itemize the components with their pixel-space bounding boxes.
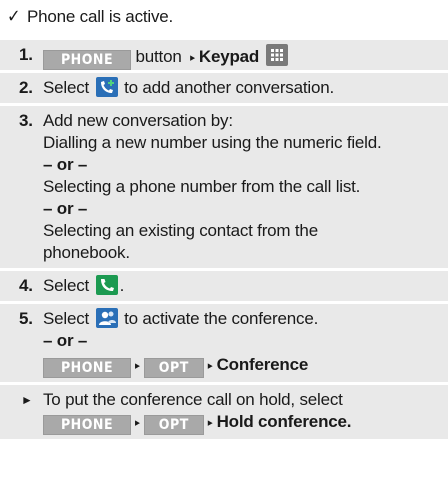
step-3-intro: Add new conversation by: <box>43 111 233 130</box>
phone-key: PHONE <box>43 358 131 378</box>
hold-note: ► To put the conference call on hold, se… <box>0 385 448 439</box>
conference-icon <box>95 308 118 328</box>
hold-path: PHONE ▸ OPT ▸ Hold conference. <box>43 411 448 435</box>
arrow-icon: ▸ <box>135 417 140 429</box>
arrow-icon: ▸ <box>190 52 195 64</box>
step-5-select: Select <box>43 309 94 328</box>
step-number: 5. <box>19 309 33 328</box>
keypad-label: Keypad <box>198 47 260 66</box>
hold-conference-label: Hold conference. <box>216 412 352 431</box>
conference-label: Conference <box>216 355 309 374</box>
step-1: 1. PHONE button ▸ Keypad <box>0 40 448 70</box>
arrow-icon: ▸ <box>207 417 213 429</box>
or-separator: – or – <box>43 331 88 350</box>
step-2-select: Select <box>43 78 94 97</box>
instruction-page: ✓ Phone call is active. 1. PHONE button ▸… <box>0 0 448 504</box>
step-1-button-text: button <box>131 47 187 66</box>
step-3: 3. Add new conversation by: Dialling a n… <box>0 106 448 268</box>
keypad-icon <box>265 44 288 66</box>
step-number: 2. <box>19 78 33 97</box>
check-icon: ✓ <box>7 6 21 26</box>
step-4: 4. Select . <box>0 271 448 301</box>
steps-list: 1. PHONE button ▸ Keypad 2. Select to ad… <box>0 40 448 442</box>
step-number: 3. <box>19 111 33 130</box>
step-number: 1. <box>19 45 33 64</box>
prerequisite: ✓ Phone call is active. <box>7 5 173 28</box>
arrow-icon: ▸ <box>135 360 140 372</box>
opt-key: OPT <box>143 358 204 378</box>
arrow-icon: ▸ <box>207 360 213 372</box>
step-2-text: to add another conversation. <box>119 78 334 97</box>
or-separator: – or – <box>43 199 88 218</box>
step-5: 5. Select to activate the conference. – … <box>0 304 448 382</box>
step-2: 2. Select to add another conversation. <box>0 73 448 103</box>
bullet-icon: ► <box>21 393 33 407</box>
phone-key: PHONE <box>43 415 131 435</box>
step-number: 4. <box>19 276 33 295</box>
or-separator: – or – <box>43 155 88 174</box>
option-dial-number: Dialling a new number using the numeric … <box>43 133 382 152</box>
option-call-list: Selecting a phone number from the call l… <box>43 177 361 196</box>
step-5-text: to activate the conference. <box>119 309 319 328</box>
option-phonebook: Selecting an existing contact from the <box>43 221 318 240</box>
step-5-alt-path: PHONE ▸ OPT ▸ Conference <box>43 354 448 378</box>
opt-key: OPT <box>143 415 204 435</box>
add-call-icon <box>95 77 118 97</box>
step-4-select: Select <box>43 276 94 295</box>
accept-call-icon <box>95 275 118 295</box>
step-5-line1: Select to activate the conference. <box>43 308 448 330</box>
phone-key: PHONE <box>43 50 131 70</box>
step-4-text: . <box>119 276 125 295</box>
option-phonebook-cont: phonebook. <box>43 243 130 262</box>
hold-text: To put the conference call on hold, sele… <box>43 390 343 409</box>
prerequisite-text: Phone call is active. <box>27 7 174 26</box>
